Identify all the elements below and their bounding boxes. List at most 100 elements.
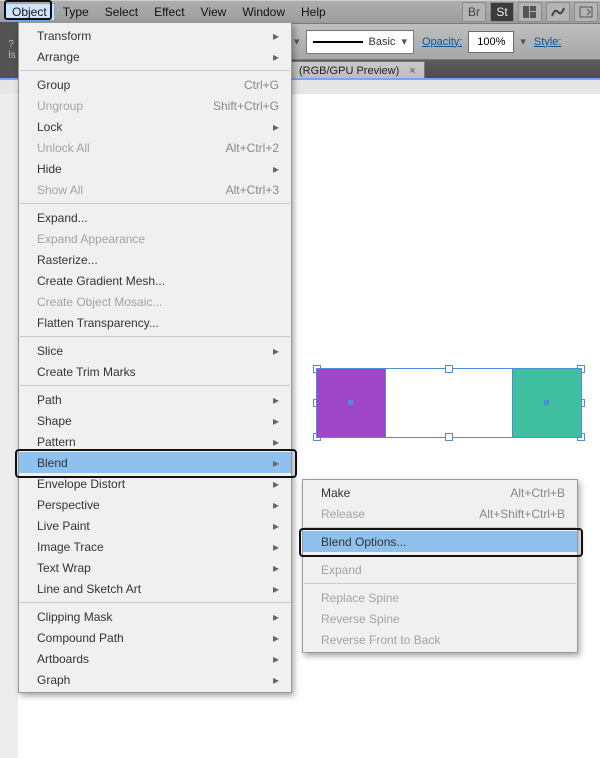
menu-item-label: Expand Appearance [37, 232, 279, 246]
object-menu-item-unlock-all: Unlock All Alt+Ctrl+2 [19, 137, 291, 158]
object-menu-item-group[interactable]: Group Ctrl+G [19, 74, 291, 95]
object-menu-item-hide[interactable]: Hide▸ [19, 158, 291, 179]
menu-item-label: Shape [37, 414, 249, 428]
submenu-arrow-icon: ▸ [273, 29, 279, 43]
object-menu-item-live-paint[interactable]: Live Paint ▸ [19, 515, 291, 536]
menu-effect[interactable]: Effect [146, 3, 192, 21]
menu-item-label: Envelope Distort [37, 477, 249, 491]
menu-item-label: Slice [37, 344, 249, 358]
menu-item-shortcut: Alt+Ctrl+2 [226, 141, 279, 155]
menu-item-label: Pattern [37, 435, 249, 449]
submenu-arrow-icon: ▸ [273, 435, 279, 449]
menu-type[interactable]: Type [55, 3, 97, 21]
submenu-arrow-icon: ▸ [273, 631, 279, 645]
menu-item-label: Perspective [37, 498, 249, 512]
menu-item-label: Hide [37, 162, 249, 176]
menu-item-label: Make [321, 486, 486, 500]
submenu-arrow-icon: ▸ [273, 456, 279, 470]
stroke-style-select[interactable]: Basic ▾ [306, 30, 414, 54]
object-menu-item-line-and-sketch-art[interactable]: Line and Sketch Art▸ [19, 578, 291, 599]
prefs-icon[interactable] [574, 2, 598, 22]
object-menu-item-lock[interactable]: Lock ▸ [19, 116, 291, 137]
document-tab-label: (RGB/GPU Preview) [299, 65, 399, 77]
submenu-arrow-icon: ▸ [273, 610, 279, 624]
menu-item-shortcut: Ctrl+G [244, 78, 279, 92]
menu-item-label: Blend [37, 456, 249, 470]
menu-item-label: Flatten Transparency... [37, 316, 279, 330]
object-menu-item-path[interactable]: Path▸ [19, 389, 291, 410]
object-menu-item-image-trace[interactable]: Image Trace▸ [19, 536, 291, 557]
object-menu-item-rasterize[interactable]: Rasterize... [19, 249, 291, 270]
menu-item-label: Arrange [37, 50, 249, 64]
object-menu-item-create-trim-marks[interactable]: Create Trim Marks [19, 361, 291, 382]
object-menu-item-compound-path[interactable]: Compound Path ▸ [19, 627, 291, 648]
caret-down-icon: ▾ [401, 35, 407, 48]
submenu-arrow-icon: ▸ [273, 673, 279, 687]
menu-separator [20, 203, 290, 204]
menu-item-label: Lock [37, 120, 249, 134]
menu-item-shortcut: Alt+Ctrl+3 [226, 183, 279, 197]
object-menu-item-create-object-mosaic: Create Object Mosaic... [19, 291, 291, 312]
blend-menu-item-replace-spine: Replace Spine [303, 587, 577, 608]
blend-menu-item-make[interactable]: MakeAlt+Ctrl+B [303, 482, 577, 503]
object-menu-item-ungroup: Ungroup Shift+Ctrl+G [19, 95, 291, 116]
object-menu-item-slice[interactable]: Slice▸ [19, 340, 291, 361]
menu-item-label: Group [37, 78, 220, 92]
menu-item-shortcut: Shift+Ctrl+G [213, 99, 279, 113]
object-menu-item-arrange[interactable]: Arrange ▸ [19, 46, 291, 67]
menu-help[interactable]: Help [293, 3, 334, 21]
object-menu-item-text-wrap[interactable]: Text Wrap▸ [19, 557, 291, 578]
submenu-arrow-icon: ▸ [273, 519, 279, 533]
blend-menu-item-blend-options[interactable]: Blend Options... [303, 531, 577, 552]
arrange-docs-icon[interactable] [518, 2, 542, 22]
menubar: Object Type Select Effect View Window He… [0, 0, 600, 24]
object-menu-item-clipping-mask[interactable]: Clipping Mask▸ [19, 606, 291, 627]
menu-item-label: Ungroup [37, 99, 189, 113]
object-menu-item-envelope-distort[interactable]: Envelope Distort▸ [19, 473, 291, 494]
object-menu-item-perspective[interactable]: Perspective ▸ [19, 494, 291, 515]
menu-item-label: Live Paint [37, 519, 249, 533]
menu-item-label: Compound Path [37, 631, 249, 645]
submenu-arrow-icon: ▸ [273, 120, 279, 134]
menu-object[interactable]: Object [4, 3, 55, 21]
menu-select[interactable]: Select [97, 3, 146, 21]
stock-icon[interactable]: St [490, 2, 514, 22]
submenu-arrow-icon: ▸ [273, 50, 279, 64]
menu-separator [304, 583, 576, 584]
object-menu-item-pattern[interactable]: Pattern ▸ [19, 431, 291, 452]
shape-left-square[interactable] [316, 368, 386, 438]
submenu-arrow-icon: ▸ [273, 582, 279, 596]
style-label[interactable]: Style: [534, 36, 562, 48]
vertical-ruler [0, 94, 19, 758]
bridge-icon[interactable]: Br [462, 2, 486, 22]
menu-item-label: Create Trim Marks [37, 365, 279, 379]
opacity-input[interactable] [468, 31, 514, 53]
menu-item-label: Show All [37, 183, 202, 197]
submenu-arrow-icon: ▸ [273, 561, 279, 575]
menu-view[interactable]: View [193, 3, 235, 21]
object-menu-item-shape[interactable]: Shape▸ [19, 410, 291, 431]
object-menu-item-expand[interactable]: Expand... [19, 207, 291, 228]
blend-menu-item-expand: Expand [303, 559, 577, 580]
menu-item-label: Reverse Spine [321, 612, 565, 626]
object-menu-item-flatten-transparency[interactable]: Flatten Transparency... [19, 312, 291, 333]
object-menu-item-blend[interactable]: Blend ▸ [19, 452, 291, 473]
menu-item-label: Graph [37, 673, 249, 687]
submenu-arrow-icon: ▸ [273, 652, 279, 666]
shape-right-square[interactable] [512, 368, 582, 438]
submenu-arrow-icon: ▸ [273, 498, 279, 512]
gpu-icon[interactable] [546, 2, 570, 22]
menu-window[interactable]: Window [234, 3, 293, 21]
submenu-arrow-icon: ▸ [273, 393, 279, 407]
object-menu-item-graph[interactable]: Graph ▸ [19, 669, 291, 690]
menu-item-label: Unlock All [37, 141, 202, 155]
close-icon[interactable]: × [409, 65, 415, 77]
object-menu-item-show-all: Show All Alt+Ctrl+3 [19, 179, 291, 200]
opacity-label[interactable]: Opacity: [422, 36, 462, 48]
menu-separator [20, 336, 290, 337]
object-menu-item-artboards[interactable]: Artboards▸ [19, 648, 291, 669]
stroke-preview-icon [313, 41, 363, 43]
menu-separator [20, 602, 290, 603]
object-menu-item-create-gradient-mesh[interactable]: Create Gradient Mesh... [19, 270, 291, 291]
object-menu-item-transform[interactable]: Transform▸ [19, 25, 291, 46]
